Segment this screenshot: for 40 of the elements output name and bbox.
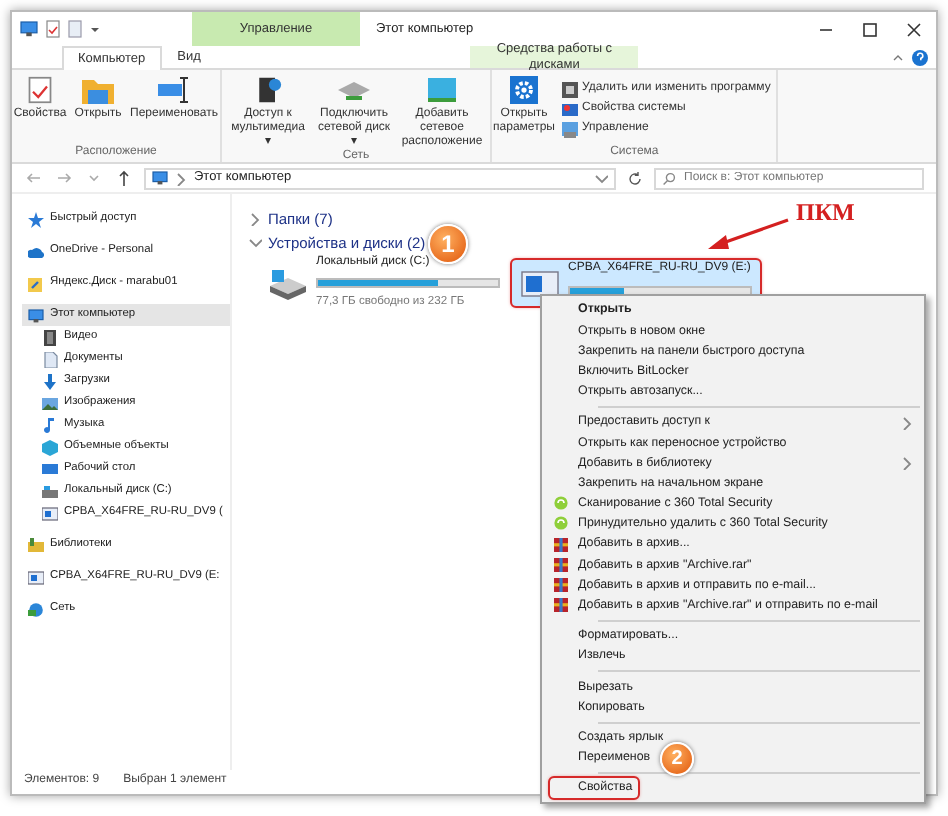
settings-icon (508, 76, 540, 104)
disc-drive-icon (42, 505, 58, 521)
disc-drive-icon (28, 569, 44, 585)
network-drive-icon (336, 76, 372, 104)
forward-arrow-icon[interactable] (54, 168, 74, 188)
maximize-icon (858, 17, 882, 41)
checklist-icon (26, 76, 54, 104)
cloud-icon (28, 243, 44, 259)
help-icon[interactable] (911, 49, 928, 65)
computer-icon (20, 20, 38, 38)
document-icon (42, 351, 58, 367)
desktop-icon (42, 461, 58, 477)
computer-icon (28, 307, 44, 323)
back-arrow-icon[interactable] (24, 168, 44, 188)
network-icon (28, 601, 44, 617)
star-icon (28, 211, 44, 227)
computer-icon (152, 170, 168, 186)
up-arrow-icon[interactable] (114, 168, 134, 188)
dropdown-caret-icon (594, 171, 608, 185)
checklist-icon[interactable] (46, 20, 60, 38)
library-icon (28, 537, 44, 553)
search-icon (662, 172, 676, 186)
cube-icon (42, 439, 58, 455)
refresh-icon[interactable] (626, 169, 644, 187)
drive-icon (42, 483, 58, 499)
chevron-icon (174, 171, 188, 185)
image-icon (42, 395, 58, 411)
callout-arrow (704, 214, 792, 254)
hard-drive-icon (268, 267, 308, 299)
callout-label: ПКМ (796, 198, 855, 227)
system-icon (562, 101, 578, 118)
rename-icon (156, 76, 192, 104)
program-icon (562, 81, 578, 98)
film-icon (42, 329, 58, 345)
close-icon (902, 17, 926, 41)
network-location-icon (424, 76, 460, 104)
music-note-icon (42, 417, 58, 433)
download-arrow-icon (42, 373, 58, 389)
collapse-ribbon-icon[interactable] (891, 51, 904, 63)
management-icon (562, 121, 578, 138)
